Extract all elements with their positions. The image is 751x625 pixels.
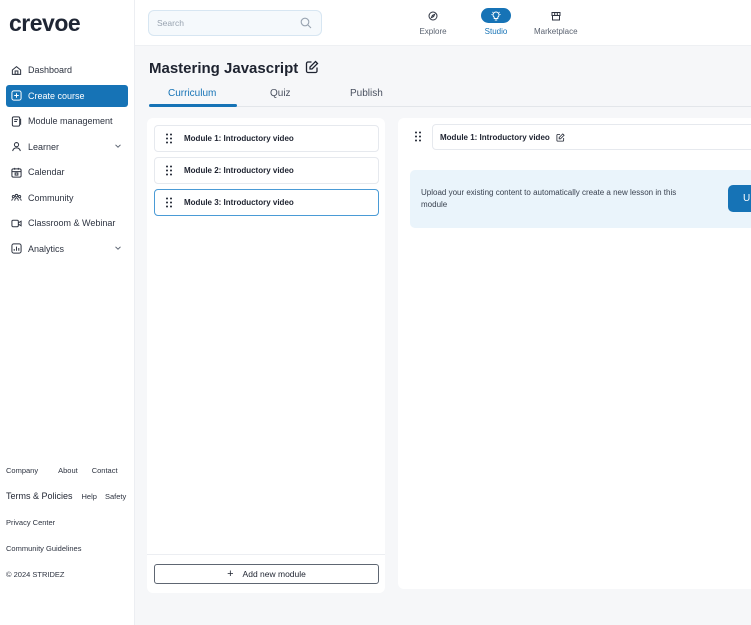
search-input[interactable] — [149, 11, 289, 35]
module-label: Module 1: Introductory video — [184, 134, 294, 143]
sidebar-item-community[interactable]: Community — [6, 187, 128, 209]
edit-icon[interactable] — [305, 60, 319, 74]
sidebar-item-label: Calendar — [28, 167, 65, 177]
module-icon — [11, 115, 22, 127]
plus-square-icon — [11, 90, 22, 101]
upload-description: Upload your existing content to automati… — [421, 188, 677, 209]
footer-link-terms[interactable]: Terms & Policies — [6, 491, 73, 501]
sidebar-footer: Company About Contact Terms & Policies H… — [6, 462, 130, 582]
sidebar: crevoe Dashboard Create course Module ma… — [0, 0, 135, 625]
add-module-footer: + Add new module — [147, 554, 385, 593]
topnav-marketplace[interactable]: Marketplace — [534, 8, 578, 36]
footer-copyright: © 2024 STRIDEZ — [6, 569, 65, 579]
sidebar-item-label: Create course — [28, 90, 85, 101]
active-tab-indicator — [149, 104, 237, 107]
calendar-icon — [11, 167, 22, 178]
top-bar: Explore Studio Marketplace — [135, 0, 751, 46]
bulb-icon — [491, 11, 501, 20]
sidebar-item-create-course[interactable]: Create course — [6, 84, 128, 107]
sidebar-item-label: Module management — [28, 116, 113, 126]
sidebar-item-label: Analytics — [28, 243, 65, 254]
sidebar-item-label: Dashboard — [28, 65, 73, 75]
module-label: Module 2: Introductory video — [184, 166, 294, 175]
sidebar-item-classroom-webinar[interactable]: Classroom & Webinar — [6, 212, 128, 234]
add-module-label: Add new module — [242, 569, 306, 579]
user-icon — [11, 141, 22, 152]
page-title: Mastering Javascript — [149, 60, 299, 77]
course-tabs: Curriculum Quiz Publish — [149, 85, 751, 107]
footer-link-company[interactable]: Company — [6, 466, 38, 475]
sidebar-item-dashboard[interactable]: Dashboard — [6, 59, 128, 81]
home-icon — [11, 65, 22, 76]
tab-publish[interactable]: Publish — [350, 88, 383, 99]
topnav-explore[interactable]: Explore — [418, 8, 448, 36]
video-icon — [11, 218, 22, 229]
search-box — [148, 10, 322, 36]
upload-button-label: U — [743, 193, 751, 204]
sidebar-item-label: Learner — [28, 141, 60, 152]
topnav-label: Studio — [484, 27, 508, 36]
add-module-button[interactable]: + Add new module — [154, 564, 379, 584]
chevron-down-icon[interactable] — [114, 244, 122, 252]
tab-curriculum[interactable]: Curriculum — [168, 88, 216, 99]
upload-content-box: Upload your existing content to automati… — [410, 170, 751, 228]
topnav-label: Explore — [419, 27, 447, 36]
footer-link-about[interactable]: About — [58, 466, 78, 475]
sidebar-item-calendar[interactable]: Calendar — [6, 161, 128, 183]
footer-link-help[interactable]: Help — [82, 492, 97, 501]
module-card[interactable]: Module 1: Introductory video — [154, 125, 379, 152]
footer-link-guidelines[interactable]: Community Guidelines — [6, 540, 130, 556]
upload-button[interactable]: U — [728, 185, 751, 212]
store-icon — [551, 11, 561, 20]
sidebar-item-learner[interactable]: Learner — [6, 136, 128, 158]
community-icon — [11, 192, 22, 203]
footer-link-safety[interactable]: Safety — [105, 492, 126, 501]
sidebar-nav: Dashboard Create course Module managemen… — [6, 59, 128, 263]
module-list-panel: Module 1: Introductory video Module 2: I… — [147, 118, 385, 593]
plus-icon: + — [227, 568, 234, 580]
sidebar-item-analytics[interactable]: Analytics — [6, 238, 128, 260]
chevron-down-icon[interactable] — [114, 142, 122, 150]
drag-handle-icon[interactable] — [165, 165, 173, 176]
module-detail-panel: Module 1: Introductory video Upload your… — [398, 118, 751, 589]
module-card[interactable]: Module 3: Introductory video — [154, 189, 379, 216]
analytics-icon — [11, 243, 22, 254]
tab-quiz[interactable]: Quiz — [270, 88, 291, 99]
sidebar-item-label: Community — [28, 192, 74, 203]
compass-icon — [428, 11, 438, 20]
sidebar-item-label: Classroom & Webinar — [28, 218, 116, 228]
search-icon[interactable] — [300, 17, 312, 29]
module-name: Module 1: Introductory video — [440, 132, 550, 142]
module-card[interactable]: Module 2: Introductory video — [154, 157, 379, 184]
drag-handle-icon[interactable] — [165, 133, 173, 144]
topnav-label: Marketplace — [534, 27, 578, 36]
drag-handle-icon[interactable] — [165, 197, 173, 208]
footer-link-privacy[interactable]: Privacy Center — [6, 514, 130, 530]
module-label: Module 3: Introductory video — [184, 198, 294, 207]
brand-logo[interactable]: crevoe — [9, 10, 81, 37]
drag-handle-icon[interactable] — [414, 131, 422, 142]
topnav-studio[interactable]: Studio — [481, 8, 511, 36]
edit-icon[interactable] — [556, 132, 565, 142]
footer-link-contact[interactable]: Contact — [92, 466, 118, 475]
module-name-field[interactable]: Module 1: Introductory video — [432, 124, 751, 150]
sidebar-item-module-management[interactable]: Module management — [6, 110, 128, 132]
